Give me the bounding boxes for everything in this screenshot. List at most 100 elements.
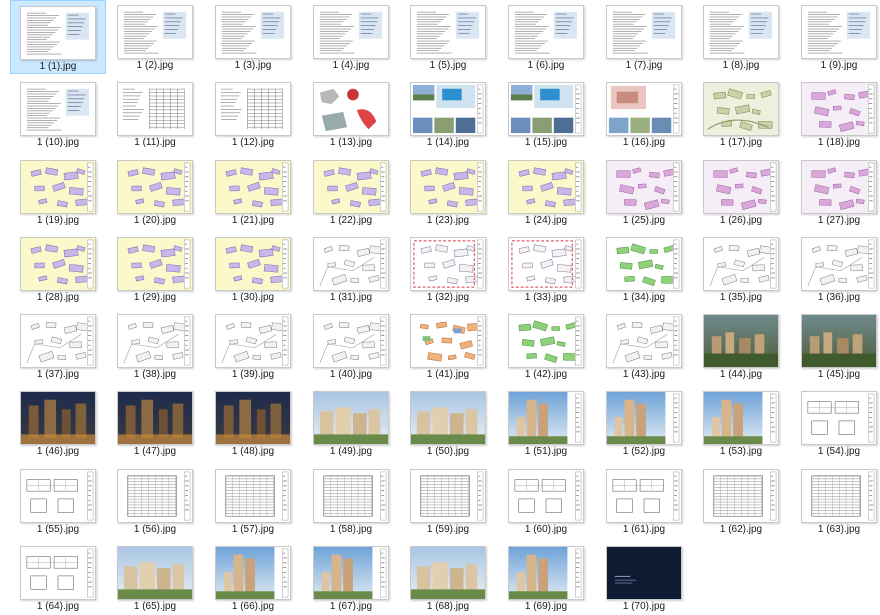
file-item[interactable]: 1 (43).jpg [596,309,692,383]
file-thumbnail[interactable] [703,314,779,368]
file-thumbnail[interactable] [703,237,779,291]
file-item[interactable]: 1 (27).jpg [791,155,880,229]
file-thumbnail[interactable] [606,546,682,600]
file-item[interactable]: 1 (40).jpg [303,309,399,383]
file-thumbnail[interactable] [117,160,193,214]
file-item[interactable]: 1 (5).jpg [400,0,496,74]
file-item[interactable]: 1 (3).jpg [205,0,301,74]
file-thumbnail[interactable] [215,160,291,214]
file-item[interactable]: 1 (61).jpg [596,464,692,538]
file-item[interactable]: 1 (50).jpg [400,386,496,460]
file-thumbnail[interactable] [215,82,291,136]
file-item[interactable]: 1 (11).jpg [107,77,203,151]
file-item[interactable]: 1 (23).jpg [400,155,496,229]
file-thumbnail[interactable] [801,160,877,214]
file-thumbnail[interactable] [215,546,291,600]
file-thumbnail[interactable] [313,391,389,445]
file-thumbnail[interactable] [117,469,193,523]
file-item[interactable]: 1 (36).jpg [791,232,880,306]
file-thumbnail[interactable] [703,391,779,445]
file-item[interactable]: 1 (45).jpg [791,309,880,383]
file-thumbnail[interactable] [313,546,389,600]
file-item[interactable]: 1 (25).jpg [596,155,692,229]
file-item[interactable]: 1 (28).jpg [10,232,106,306]
file-thumbnail[interactable] [313,160,389,214]
file-thumbnail[interactable] [117,237,193,291]
file-thumbnail[interactable] [215,5,291,59]
file-item[interactable]: 1 (69).jpg [498,541,594,615]
file-thumbnail[interactable] [606,391,682,445]
file-thumbnail[interactable] [508,5,584,59]
file-thumbnail[interactable] [606,314,682,368]
file-item[interactable]: 1 (44).jpg [693,309,789,383]
file-item[interactable]: 1 (35).jpg [693,232,789,306]
file-item[interactable]: 1 (31).jpg [303,232,399,306]
file-thumbnail[interactable] [703,5,779,59]
file-item[interactable]: 1 (58).jpg [303,464,399,538]
file-thumbnail[interactable] [313,5,389,59]
file-item[interactable]: 1 (46).jpg [10,386,106,460]
file-item[interactable]: 1 (47).jpg [107,386,203,460]
file-item[interactable]: 1 (29).jpg [107,232,203,306]
file-item[interactable]: 1 (39).jpg [205,309,301,383]
file-thumbnail[interactable] [20,160,96,214]
file-item[interactable]: 1 (6).jpg [498,0,594,74]
file-thumbnail[interactable] [410,5,486,59]
file-item[interactable]: 1 (41).jpg [400,309,496,383]
file-thumbnail[interactable] [703,82,779,136]
file-thumbnail[interactable] [215,314,291,368]
file-thumbnail[interactable] [117,82,193,136]
file-thumbnail[interactable] [117,5,193,59]
file-thumbnail[interactable] [508,469,584,523]
file-thumbnail[interactable] [215,469,291,523]
file-item[interactable]: 1 (13).jpg [303,77,399,151]
file-item[interactable]: 1 (34).jpg [596,232,692,306]
file-item[interactable]: 1 (8).jpg [693,0,789,74]
file-thumbnail[interactable] [508,546,584,600]
file-item[interactable]: 1 (16).jpg [596,77,692,151]
file-item[interactable]: 1 (15).jpg [498,77,594,151]
file-thumbnail[interactable] [606,5,682,59]
file-item[interactable]: 1 (33).jpg [498,232,594,306]
file-item[interactable]: 1 (60).jpg [498,464,594,538]
file-thumbnail[interactable] [313,469,389,523]
file-item[interactable]: 1 (59).jpg [400,464,496,538]
file-thumbnail[interactable] [801,237,877,291]
file-thumbnail[interactable] [410,237,486,291]
file-item[interactable]: 1 (65).jpg [107,541,203,615]
file-thumbnail[interactable] [20,237,96,291]
file-thumbnail[interactable] [508,160,584,214]
file-item[interactable]: 1 (53).jpg [693,386,789,460]
file-item[interactable]: 1 (12).jpg [205,77,301,151]
file-item[interactable]: 1 (18).jpg [791,77,880,151]
file-thumbnail[interactable] [801,469,877,523]
file-thumbnail[interactable] [410,160,486,214]
file-item[interactable]: 1 (9).jpg [791,0,880,74]
file-thumbnail[interactable] [606,160,682,214]
file-item[interactable]: 1 (2).jpg [107,0,203,74]
file-thumbnail[interactable] [20,82,96,136]
file-item[interactable]: 1 (4).jpg [303,0,399,74]
file-thumbnail[interactable] [703,469,779,523]
file-item[interactable]: 1 (70).jpg [596,541,692,615]
file-thumbnail[interactable] [410,82,486,136]
file-thumbnail[interactable] [20,469,96,523]
file-thumbnail[interactable] [801,391,877,445]
file-thumbnail[interactable] [801,82,877,136]
file-thumbnail[interactable] [508,391,584,445]
file-thumbnail[interactable] [313,314,389,368]
file-item[interactable]: 1 (67).jpg [303,541,399,615]
file-item[interactable]: 1 (63).jpg [791,464,880,538]
file-item[interactable]: 1 (22).jpg [303,155,399,229]
file-item[interactable]: 1 (56).jpg [107,464,203,538]
file-thumbnail[interactable] [606,237,682,291]
file-thumbnail[interactable] [606,469,682,523]
file-item[interactable]: 1 (21).jpg [205,155,301,229]
file-thumbnail[interactable] [313,82,389,136]
file-thumbnail[interactable] [801,314,877,368]
file-thumbnail[interactable] [117,314,193,368]
file-thumbnail[interactable] [410,546,486,600]
file-thumbnail[interactable] [410,469,486,523]
file-thumbnail[interactable] [20,6,96,60]
file-thumbnail[interactable] [20,546,96,600]
